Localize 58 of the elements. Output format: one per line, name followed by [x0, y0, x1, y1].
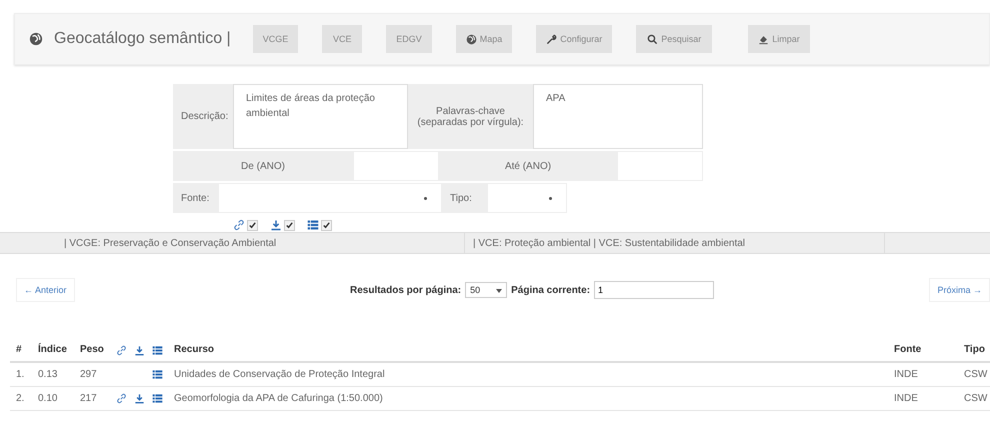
globe-icon [29, 32, 43, 46]
toolbar-button[interactable]: EDGV [386, 25, 432, 53]
table-cell: 0.10 [32, 386, 74, 410]
table-cell: INDE [888, 362, 958, 386]
eraser-icon [758, 34, 770, 44]
table-cell: 0.13 [32, 362, 74, 386]
form-label: Até (ANO) [439, 151, 617, 181]
link-icon [233, 219, 245, 231]
table-cell: 1. [10, 362, 32, 386]
toolbar-button[interactable]: Pesquisar [636, 25, 712, 53]
column-header: Recurso [168, 340, 888, 362]
table-cell: 217 [74, 386, 114, 410]
page-label: Página corrente: [511, 284, 590, 296]
type-dropdown[interactable] [487, 183, 567, 213]
app-title: Geocatálogo semântico | [54, 30, 231, 48]
toolbar-button[interactable]: VCGE [252, 25, 298, 53]
keywords-field[interactable]: APA [533, 84, 703, 149]
toolbar-button[interactable]: Configurar [536, 25, 612, 53]
form-label: Palavras-chave (separadas por vírgula): [408, 84, 533, 149]
download-icon [134, 345, 145, 356]
column-header: Peso [74, 340, 114, 362]
table-cell: CSW [958, 386, 990, 410]
search-icon [647, 34, 658, 44]
column-header: # [10, 340, 32, 362]
list-icon [307, 219, 319, 231]
globe-icon [466, 34, 477, 44]
column-header: Fonte [888, 340, 958, 362]
category-tag: | VCE: Proteção ambiental | VCE: Sustentabilidade ambiental [465, 233, 885, 253]
form-label: Descrição: [173, 84, 233, 149]
previous-button[interactable]: ← Anterior [16, 278, 75, 302]
download-icon [270, 219, 282, 231]
category-tag: | VCGE: Preservação e Conservação Ambiental [0, 233, 465, 253]
toolbar-button[interactable]: Limpar [748, 25, 810, 53]
next-button[interactable]: Próxima → [929, 278, 990, 302]
table-cell: INDE [888, 386, 958, 410]
link-icon [116, 345, 127, 356]
column-header: Índice [32, 340, 74, 362]
source-dropdown[interactable] [218, 183, 442, 213]
form-label: Fonte: [173, 183, 218, 213]
form-label: Tipo: [442, 183, 487, 213]
toolbar-button[interactable]: VCE [322, 25, 362, 53]
list-icon [152, 345, 163, 356]
per-page-dropdown[interactable]: 50 [465, 282, 508, 298]
table-cell: 2. [10, 386, 32, 410]
checkbox[interactable] [284, 220, 295, 230]
column-header: Tipo [958, 340, 990, 362]
table-cell: Unidades de Conservação de Proteção Integral [168, 362, 888, 386]
checkbox[interactable] [321, 220, 332, 230]
toolbar-button[interactable]: Mapa [456, 25, 512, 53]
description-field[interactable]: Limites de áreas da proteção ambiental [233, 84, 408, 149]
table-cell: 297 [74, 362, 114, 386]
table-cell: Geomorfologia da APA de Cafuringa (1:50.000) [168, 386, 888, 410]
per-page-label: Resultados por página: [350, 284, 462, 296]
page-field[interactable]: 1 [594, 281, 714, 299]
table-cell: CSW [958, 362, 990, 386]
checkbox[interactable] [247, 220, 258, 230]
wrench-icon [546, 34, 558, 44]
form-label: De (ANO) [173, 151, 353, 181]
